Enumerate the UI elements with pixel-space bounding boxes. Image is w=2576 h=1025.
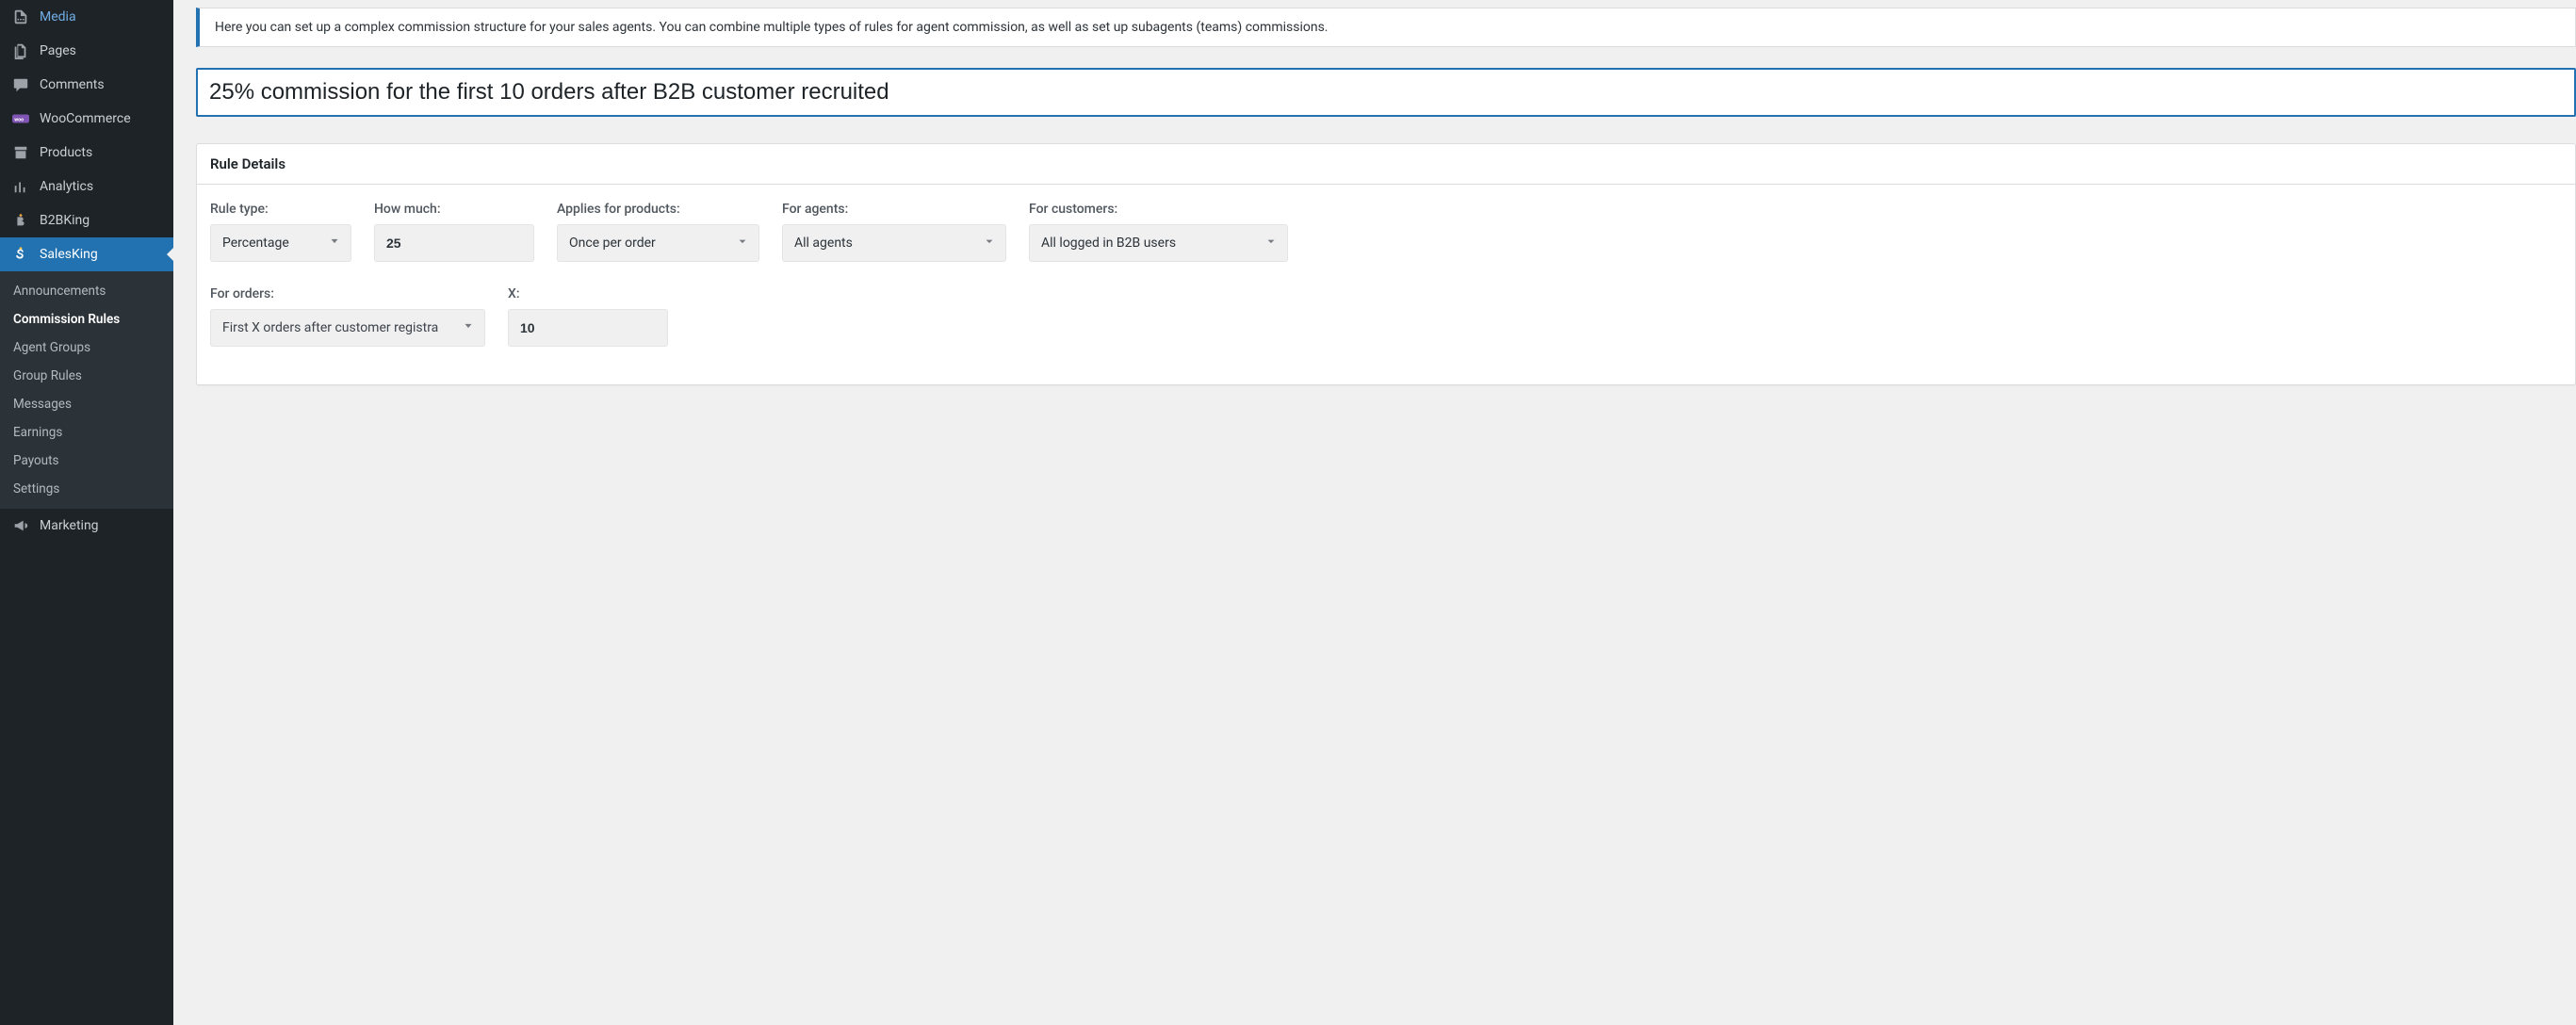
salesking-icon [11,245,30,264]
field-rule-type: Rule type: Percentage [210,202,351,262]
field-label: For agents: [782,202,1006,217]
field-label: For customers: [1029,202,1288,217]
customers-select[interactable]: All logged in B2B users [1029,224,1288,262]
field-row-2: For orders: First X orders after custome… [210,286,2562,347]
select-value: All agents [794,236,853,251]
field-applies: Applies for products: Once per order [557,202,759,262]
comment-icon [11,75,30,94]
field-orders: For orders: First X orders after custome… [210,286,485,347]
how-much-input[interactable] [374,224,534,262]
applies-select[interactable]: Once per order [557,224,759,262]
sidebar-item-b2bking[interactable]: B2BKing [0,203,173,237]
agents-select[interactable]: All agents [782,224,1006,262]
woocommerce-icon: woo [11,109,30,128]
field-label: Rule type: [210,202,351,217]
panel-body: Rule type: Percentage How much: Applies … [197,185,2575,384]
submenu-item-announcements[interactable]: Announcements [0,277,173,305]
submenu-item-messages[interactable]: Messages [0,390,173,418]
sidebar-item-label: SalesKing [40,247,98,262]
sidebar-item-woocommerce[interactable]: woo WooCommerce [0,102,173,136]
chart-icon [11,177,30,196]
for-orders-select[interactable]: First X orders after customer registra [210,309,485,347]
sidebar-item-salesking[interactable]: SalesKing [0,237,173,271]
field-label: Applies for products: [557,202,759,217]
submenu-item-payouts[interactable]: Payouts [0,447,173,475]
chevron-down-icon [462,319,475,336]
sidebar-item-label: Marketing [40,518,99,533]
x-input[interactable] [508,309,668,347]
sidebar-item-marketing[interactable]: Marketing [0,509,173,543]
b2bking-icon [11,211,30,230]
svg-text:woo: woo [14,117,24,122]
caret-down-icon [983,235,996,252]
select-value: All logged in B2B users [1041,236,1176,251]
field-customers: For customers: All logged in B2B users [1029,202,1288,262]
field-row-1: Rule type: Percentage How much: Applies … [210,202,2562,262]
sidebar-item-products[interactable]: Products [0,136,173,170]
panel-heading: Rule Details [197,144,2575,185]
field-agents: For agents: All agents [782,202,1006,262]
sidebar-item-analytics[interactable]: Analytics [0,170,173,203]
field-label: How much: [374,202,534,217]
rule-title-input[interactable] [196,68,2576,117]
select-value: Percentage [222,236,289,251]
sidebar-item-media[interactable]: Media [0,0,173,34]
field-label: X: [508,286,668,301]
archive-icon [11,143,30,162]
select-value: First X orders after customer registra [222,320,438,335]
admin-sidebar: Media Pages Comments woo WooCommerce Pro… [0,0,173,1025]
main-content: Here you can set up a complex commission… [173,0,2576,1025]
rule-type-select[interactable]: Percentage [210,224,351,262]
info-banner: Here you can set up a complex commission… [196,8,2576,47]
select-value: Once per order [569,236,656,251]
caret-down-icon [1264,235,1278,252]
chevron-down-icon [328,235,341,252]
submenu-item-agent-groups[interactable]: Agent Groups [0,334,173,362]
field-how-much: How much: [374,202,534,262]
submenu-item-settings[interactable]: Settings [0,475,173,503]
media-icon [11,8,30,26]
sidebar-item-label: Products [40,145,92,160]
sidebar-item-label: Comments [40,77,105,92]
field-x: X: [508,286,668,347]
megaphone-icon [11,516,30,535]
field-label: For orders: [210,286,485,301]
sidebar-item-comments[interactable]: Comments [0,68,173,102]
submenu-item-group-rules[interactable]: Group Rules [0,362,173,390]
caret-down-icon [736,235,749,252]
rule-details-panel: Rule Details Rule type: Percentage How m… [196,143,2576,385]
submenu-item-earnings[interactable]: Earnings [0,418,173,447]
sidebar-item-label: B2BKing [40,213,90,228]
info-banner-text: Here you can set up a complex commission… [215,20,1328,35]
sidebar-item-pages[interactable]: Pages [0,34,173,68]
sidebar-item-label: Analytics [40,179,93,194]
page-icon [11,41,30,60]
sidebar-item-label: Pages [40,43,76,58]
submenu-item-commission-rules[interactable]: Commission Rules [0,305,173,334]
sidebar-item-label: Media [40,9,76,24]
sidebar-item-label: WooCommerce [40,111,131,126]
salesking-submenu: Announcements Commission Rules Agent Gro… [0,271,173,509]
